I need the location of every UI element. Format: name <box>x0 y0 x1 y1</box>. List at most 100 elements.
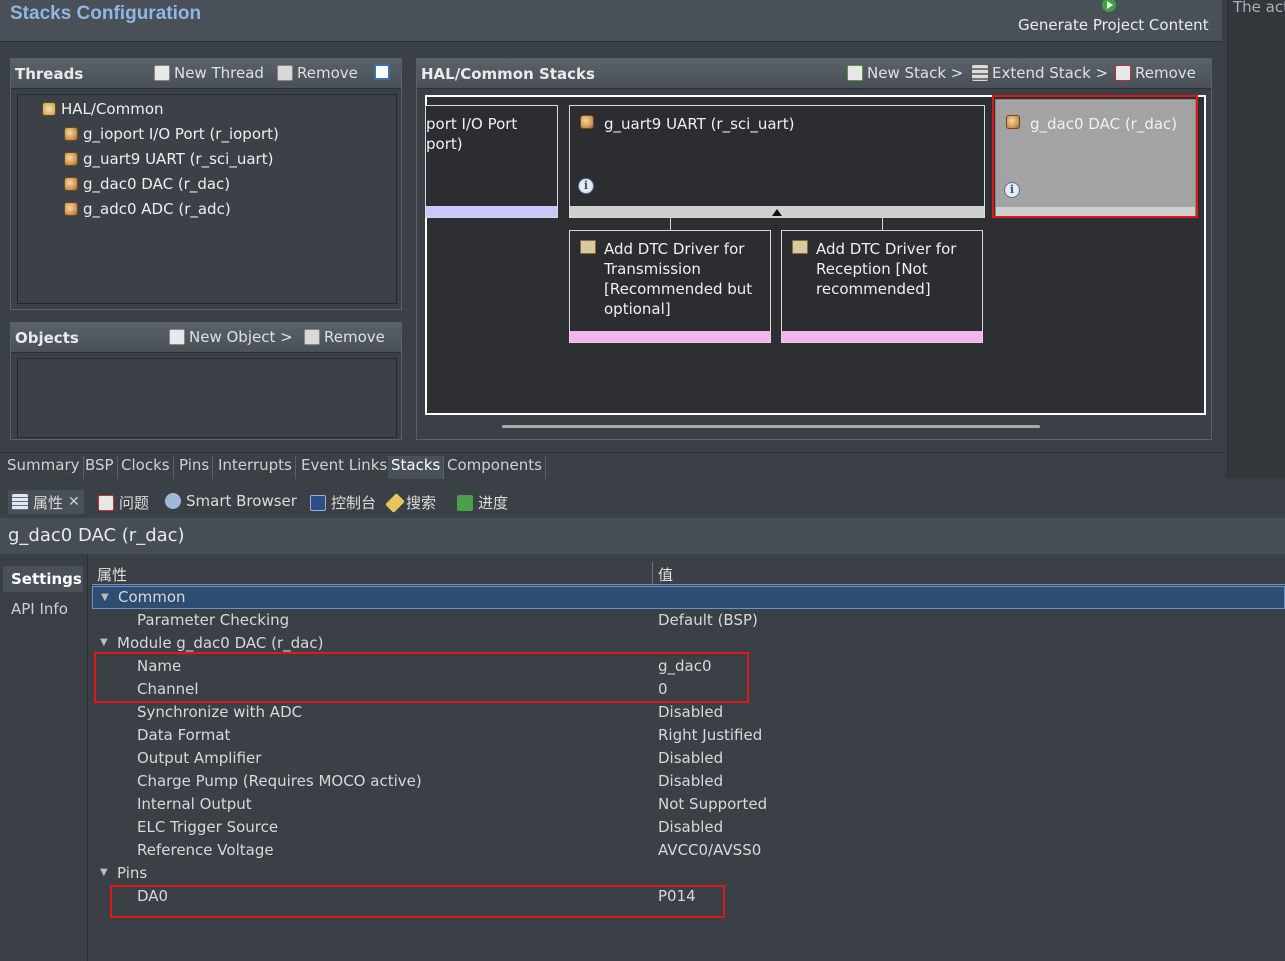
generate-project-content-button[interactable]: Generate Project Content <box>1018 16 1209 34</box>
properties-title-bar: g_dac0 DAC (r_dac) <box>0 518 1285 554</box>
tab-interrupts[interactable]: Interrupts <box>215 456 296 479</box>
properties-title: g_dac0 DAC (r_dac) <box>8 525 185 546</box>
app-root: Stacks Configuration Generate Project Co… <box>0 0 1285 961</box>
view-tab-problems[interactable]: 问题 <box>98 492 149 513</box>
tab-stacks[interactable]: Stacks <box>388 456 445 479</box>
stack-card-uart9[interactable]: g_uart9 UART (r_sci_uart) i <box>569 105 985 218</box>
problems-icon <box>98 494 114 511</box>
info-icon[interactable]: i <box>578 178 594 194</box>
threads-title: Threads <box>15 65 84 83</box>
property-row[interactable]: Reference Voltage AVCC0/AVSS0 <box>92 839 1285 862</box>
property-value[interactable]: g_dac0 <box>658 657 712 675</box>
property-key: Name <box>137 657 182 675</box>
property-row[interactable]: Output Amplifier Disabled <box>92 747 1285 770</box>
view-tab-label: 控制台 <box>331 494 377 512</box>
view-tab-smart-browser[interactable]: Smart Browser <box>165 492 297 510</box>
property-row[interactable]: ELC Trigger Source Disabled <box>92 816 1285 839</box>
property-value[interactable]: Not Supported <box>658 795 767 813</box>
collapse-button[interactable] <box>374 64 390 80</box>
objects-panel: Objects New Object > Remove <box>10 322 402 440</box>
remove-thread-button[interactable]: Remove <box>277 64 358 82</box>
collapse-triangle-icon[interactable] <box>772 209 782 216</box>
group-row-pins[interactable]: ▼ Pins <box>92 862 1285 885</box>
column-header-value[interactable]: 值 <box>658 564 673 585</box>
property-key: Charge Pump (Requires MOCO active) <box>137 772 422 790</box>
property-row[interactable]: DA0 P014 <box>92 885 1285 908</box>
property-value[interactable]: Disabled <box>658 703 723 721</box>
tree-item-uart9[interactable]: g_uart9 UART (r_sci_uart) <box>64 150 273 168</box>
generate-icon[interactable] <box>1101 0 1117 12</box>
chevron-down-icon[interactable]: ▼ <box>100 637 108 648</box>
new-thread-button[interactable]: New Thread <box>154 64 264 82</box>
remove-thread-icon <box>277 65 293 81</box>
group-row-common[interactable]: ▼ Common <box>92 586 1285 609</box>
stack-card-dac0[interactable]: g_dac0 DAC (r_dac) i <box>995 99 1196 217</box>
property-row[interactable]: Charge Pump (Requires MOCO active) Disab… <box>92 770 1285 793</box>
tab-event-links[interactable]: Event Links <box>298 456 392 479</box>
tab-summary[interactable]: Summary <box>4 456 84 479</box>
property-row[interactable]: Name g_dac0 <box>92 655 1285 678</box>
threads-panel-header: Threads New Thread Remove <box>11 59 401 89</box>
smart-browser-icon <box>165 493 181 509</box>
side-tab-settings[interactable]: Settings <box>3 566 83 592</box>
connector-line <box>670 218 671 230</box>
property-value[interactable]: Disabled <box>658 818 723 836</box>
tree-item-adc0[interactable]: g_adc0 ADC (r_adc) <box>64 200 231 218</box>
property-key: Synchronize with ADC <box>137 703 303 721</box>
search-icon <box>385 492 405 513</box>
info-icon[interactable]: i <box>1004 182 1020 198</box>
stacks-title: HAL/Common Stacks <box>421 65 595 83</box>
tree-item-ioport[interactable]: g_ioport I/O Port (r_ioport) <box>64 125 279 143</box>
stacks-canvas[interactable]: port I/O Port port) g_uart9 UART (r_sci_… <box>425 95 1206 428</box>
close-icon[interactable]: ✕ <box>68 494 80 510</box>
tab-bsp[interactable]: BSP <box>82 456 118 479</box>
stack-card-dtc-transmission[interactable]: Add DTC Driver for Transmission [Recomme… <box>569 230 771 343</box>
property-value[interactable]: Disabled <box>658 749 723 767</box>
property-value[interactable]: Right Justified <box>658 726 762 744</box>
chevron-down-icon[interactable]: ▼ <box>101 592 109 603</box>
new-object-label: New Object > <box>189 328 293 346</box>
property-row[interactable]: Channel 0 <box>92 678 1285 701</box>
property-row[interactable]: Synchronize with ADC Disabled <box>92 701 1285 724</box>
new-stack-button[interactable]: New Stack > <box>847 64 963 82</box>
chevron-down-icon[interactable]: ▼ <box>100 867 108 878</box>
property-value[interactable]: Default (BSP) <box>658 611 758 629</box>
stack-card-dtc-reception[interactable]: Add DTC Driver for Reception [Not recomm… <box>781 230 983 343</box>
remove-stack-button[interactable]: Remove <box>1115 64 1196 82</box>
property-row[interactable]: Internal Output Not Supported <box>92 793 1285 816</box>
group-row-module[interactable]: ▼ Module g_dac0 DAC (r_dac) <box>92 632 1285 655</box>
view-tab-progress[interactable]: 进度 <box>457 492 508 513</box>
property-row[interactable]: Data Format Right Justified <box>92 724 1285 747</box>
collapse-icon <box>374 64 390 80</box>
stack-card-ioport[interactable]: port I/O Port port) <box>425 105 558 218</box>
properties-grid-header: 属性 值 <box>92 560 1285 585</box>
property-value[interactable]: P014 <box>658 887 696 905</box>
property-value[interactable]: 0 <box>658 680 668 698</box>
editor-tabs: Summary BSP Clocks Pins Interrupts Event… <box>0 452 1222 479</box>
view-tab-console[interactable]: 控制台 <box>310 492 376 513</box>
tab-components[interactable]: Components <box>444 456 546 479</box>
view-tab-label: 进度 <box>478 494 509 512</box>
horizontal-scrollbar[interactable] <box>502 425 1040 428</box>
new-object-button[interactable]: New Object > <box>169 328 293 346</box>
view-tab-properties[interactable]: 属性 ✕ <box>8 490 84 514</box>
tab-clocks[interactable]: Clocks <box>118 456 174 479</box>
column-header-property[interactable]: 属性 <box>97 564 127 585</box>
new-thread-icon <box>154 65 170 81</box>
property-value[interactable]: AVCC0/AVSS0 <box>658 841 761 859</box>
extend-stack-icon <box>972 65 988 81</box>
stack-card-label: Add DTC Driver for Reception [Not recomm… <box>816 240 957 298</box>
extend-stack-button[interactable]: Extend Stack > <box>972 64 1108 82</box>
remove-object-button[interactable]: Remove <box>304 328 385 346</box>
side-tab-api-info[interactable]: API Info <box>3 596 83 622</box>
view-tab-search[interactable]: 搜索 <box>385 492 436 513</box>
view-tab-label: 属性 <box>33 493 64 512</box>
new-stack-icon <box>847 65 863 81</box>
property-value[interactable]: Disabled <box>658 772 723 790</box>
stack-card-bar <box>782 331 982 342</box>
property-row[interactable]: Parameter Checking Default (BSP) <box>92 609 1285 632</box>
tab-pins[interactable]: Pins <box>176 456 214 479</box>
tree-item-dac0[interactable]: g_dac0 DAC (r_dac) <box>64 175 230 193</box>
tree-item-hal-common[interactable]: HAL/Common <box>42 100 164 118</box>
column-divider[interactable] <box>652 562 653 584</box>
